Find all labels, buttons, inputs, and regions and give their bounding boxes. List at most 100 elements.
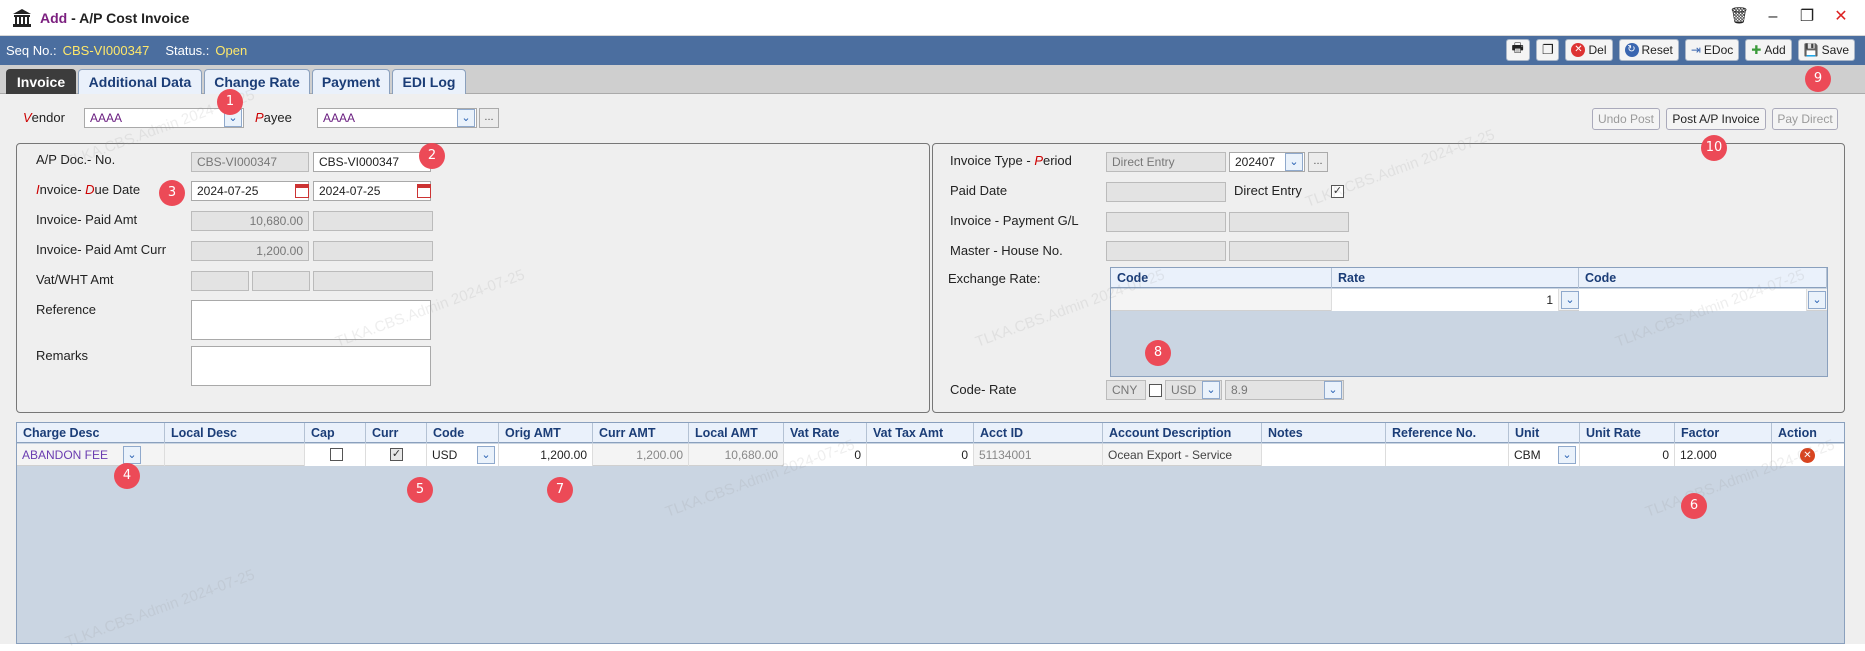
col-charge-desc: Charge Desc (17, 423, 165, 443)
period-lookup-button[interactable]: ... (1308, 152, 1328, 172)
unit-dropdown-icon[interactable]: ⌄ (1558, 446, 1576, 464)
edoc-icon: ⇥ (1690, 43, 1701, 57)
seq-no-value: CBS-VI000347 (62, 43, 150, 58)
ex-col-code-2: Code (1579, 268, 1827, 288)
restore-icon[interactable]: ❐ (1797, 6, 1817, 28)
pay-direct-button[interactable]: Pay Direct (1772, 108, 1838, 130)
undo-post-button[interactable]: Undo Post (1592, 108, 1660, 130)
annotation-badge-8: 8 (1145, 340, 1171, 366)
delete-icon: ✕ (1571, 43, 1586, 57)
paid-amt-curr-field: 1,200.00 (191, 241, 309, 261)
paid-date-label: Paid Date (950, 183, 1008, 198)
reference-textarea[interactable] (191, 300, 431, 340)
charge-desc-cell[interactable]: ABANDON FEE (17, 444, 165, 466)
vat-field-3 (313, 271, 433, 291)
print-button[interactable]: 🖶 (1505, 39, 1530, 61)
vat-tax-cell[interactable]: 0 (867, 444, 974, 466)
copy-button[interactable]: ❐ (1535, 39, 1560, 61)
tab-edi-log[interactable]: EDI Log (392, 69, 466, 94)
factor-cell[interactable]: 12.000 (1675, 444, 1772, 466)
payee-select[interactable]: AAAA (317, 108, 477, 128)
house-no-field (1229, 241, 1349, 261)
exchange-rate-grid: Code Rate Code 1 ⌄ ⌄ (1110, 267, 1828, 377)
curr-checkbox[interactable]: ✓ (390, 448, 403, 461)
notes-cell[interactable] (1262, 444, 1386, 466)
tab-additional-data[interactable]: Additional Data (78, 69, 202, 94)
col-code: Code (427, 423, 499, 443)
tab-payment[interactable]: Payment (312, 69, 390, 94)
minimize-icon[interactable]: – (1763, 6, 1783, 28)
close-icon[interactable]: ✕ (1831, 6, 1851, 28)
annotation-badge-2: 2 (419, 143, 445, 169)
invoice-due-date-label: Invoice- Due Date (36, 182, 141, 197)
col-notes: Notes (1262, 423, 1386, 443)
paid-amt-curr-field-2 (313, 241, 433, 261)
col-curr-amt: Curr AMT (593, 423, 689, 443)
tab-invoice[interactable]: Invoice (6, 69, 76, 94)
paid-amt-field-2 (313, 211, 433, 231)
ref-no-cell[interactable] (1386, 444, 1509, 466)
del-button[interactable]: ✕ Del (1565, 39, 1613, 61)
window-titlebar: Add - A/P Cost Invoice 🗑 – ❐ ✕ (0, 0, 1865, 36)
local-desc-cell[interactable] (165, 444, 305, 466)
ex-rate-dropdown-icon[interactable]: ⌄ (1561, 291, 1579, 309)
add-button[interactable]: ✚ Add (1745, 39, 1792, 61)
post-ap-invoice-button[interactable]: Post A/P Invoice (1666, 108, 1766, 130)
code-rate-cur1: CNY (1106, 380, 1146, 400)
code-rate-dropdown-icon[interactable]: ⌄ (1202, 381, 1220, 399)
acct-id-cell: 51134001 (974, 444, 1103, 466)
vat-wht-label: Vat/WHT Amt (36, 272, 114, 287)
col-curr: Curr (366, 423, 427, 443)
trash-icon[interactable]: 🗑 (1729, 6, 1749, 28)
ex-code-2-cell[interactable] (1579, 289, 1807, 311)
col-unit: Unit (1509, 423, 1580, 443)
local-amt-cell: 10,680.00 (689, 444, 784, 466)
ex-code-cell[interactable] (1111, 289, 1332, 311)
paid-amt-label: Invoice- Paid Amt (36, 212, 138, 227)
tab-change-rate[interactable]: Change Rate (204, 69, 310, 94)
invoice-date-input[interactable]: 2024-07-25 (191, 181, 309, 201)
save-icon: 💾 (1803, 43, 1819, 57)
col-unit-rate: Unit Rate (1580, 423, 1675, 443)
col-factor: Factor (1675, 423, 1772, 443)
refresh-icon: ↻ (1624, 43, 1639, 57)
ex-rate-cell[interactable]: 1 (1332, 289, 1559, 311)
calendar-icon[interactable] (417, 184, 431, 198)
status-bar: Seq No.: CBS-VI000347 Status.: Open 🖶 ❐ … (0, 36, 1865, 65)
col-account-description: Account Description (1103, 423, 1262, 443)
reset-button[interactable]: ↻ Reset (1618, 39, 1679, 61)
payment-gl-field-1 (1106, 212, 1226, 232)
unit-rate-cell[interactable]: 0 (1580, 444, 1675, 466)
orig-amt-cell[interactable]: 1,200.00 (499, 444, 593, 466)
period-dropdown-icon[interactable]: ⌄ (1285, 153, 1303, 171)
remarks-label: Remarks (36, 348, 89, 363)
doc-no-field-2[interactable]: CBS-VI000347 (313, 152, 431, 172)
ex-col-code: Code (1111, 268, 1332, 288)
edoc-button[interactable]: ⇥ EDoc (1684, 39, 1740, 61)
remarks-textarea[interactable] (191, 346, 431, 386)
vat-rate-cell[interactable]: 0 (784, 444, 867, 466)
payee-lookup-button[interactable]: ... (479, 108, 499, 128)
charge-desc-dropdown-icon[interactable]: ⌄ (123, 446, 141, 464)
left-panel (16, 143, 930, 413)
code-dropdown-icon[interactable]: ⌄ (477, 446, 495, 464)
payee-dropdown-icon[interactable]: ⌄ (457, 109, 475, 127)
calendar-icon[interactable] (295, 184, 309, 198)
paid-date-field (1106, 182, 1226, 202)
direct-entry-checkbox[interactable]: ✓ (1331, 185, 1344, 198)
vat-field-1 (191, 271, 249, 291)
due-date-input[interactable]: 2024-07-25 (313, 181, 431, 201)
payment-gl-label: Invoice - Payment G/L (950, 213, 1079, 228)
ex-code-2-dropdown-icon[interactable]: ⌄ (1808, 291, 1826, 309)
seq-no-label: Seq No.: (6, 43, 57, 58)
code-rate-value-dropdown-icon[interactable]: ⌄ (1324, 381, 1342, 399)
direct-entry-label: Direct Entry (1234, 183, 1302, 198)
window-title: Add - A/P Cost Invoice (40, 9, 190, 26)
col-local-desc: Local Desc (165, 423, 305, 443)
add-icon: ✚ (1751, 43, 1762, 57)
save-button[interactable]: 💾 Save (1797, 39, 1855, 61)
ex-col-rate: Rate (1332, 268, 1579, 288)
code-rate-checkbox[interactable] (1149, 384, 1162, 397)
cap-checkbox[interactable] (330, 448, 343, 461)
delete-row-icon[interactable]: ✕ (1800, 448, 1815, 463)
